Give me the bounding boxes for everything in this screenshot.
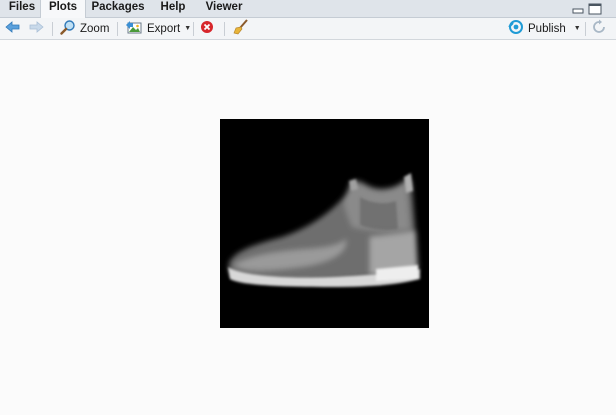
refresh-button[interactable] <box>591 18 607 39</box>
toolbar-separator <box>117 22 118 36</box>
tab-help[interactable]: Help <box>152 0 194 17</box>
maximize-icon[interactable] <box>588 3 602 15</box>
pane-tab-bar: Files Plots Packages Help Viewer <box>0 0 616 18</box>
publish-label: Publish <box>528 22 566 35</box>
tab-viewer-label: Viewer <box>205 1 243 13</box>
tab-files[interactable]: Files <box>4 0 40 17</box>
magnifier-icon <box>60 19 76 38</box>
arrow-right-icon <box>28 20 44 37</box>
zoom-label: Zoom <box>80 22 110 35</box>
zoom-button[interactable]: Zoom <box>60 18 109 39</box>
arrow-left-icon <box>5 20 21 37</box>
remove-plot-icon <box>200 20 214 37</box>
toolbar-separator <box>585 22 586 36</box>
tab-help-label: Help <box>160 1 186 13</box>
plot-image <box>220 119 429 328</box>
tab-plots-label: Plots <box>48 1 78 13</box>
export-image-icon <box>125 20 143 38</box>
export-menu-button[interactable]: Export ▼ <box>125 18 191 39</box>
tab-viewer[interactable]: Viewer <box>198 0 250 17</box>
toolbar-separator <box>52 22 53 36</box>
minimize-icon[interactable] <box>572 3 584 14</box>
toolbar-separator <box>193 22 194 36</box>
publish-menu-button[interactable]: Publish ▼ <box>508 18 581 39</box>
forward-button[interactable] <box>28 18 44 39</box>
toolbar-separator <box>224 22 225 36</box>
plots-toolbar: Zoom Export ▼ Publish ▼ <box>0 18 616 40</box>
tab-files-label: Files <box>8 1 36 13</box>
chevron-down-icon: ▼ <box>573 25 581 32</box>
tab-packages-label: Packages <box>91 1 145 13</box>
refresh-icon <box>591 19 607 38</box>
chevron-down-icon: ▼ <box>184 25 192 32</box>
export-label: Export <box>147 22 181 35</box>
plot-viewport <box>0 40 616 415</box>
publish-icon <box>508 20 524 37</box>
tab-packages[interactable]: Packages <box>88 0 148 17</box>
remove-plot-button[interactable] <box>200 18 214 39</box>
ankle-boot-image <box>228 173 420 287</box>
clear-all-plots-button[interactable] <box>233 18 249 39</box>
tab-plots[interactable]: Plots <box>40 0 86 18</box>
back-button[interactable] <box>5 18 21 39</box>
broom-icon <box>233 19 249 38</box>
